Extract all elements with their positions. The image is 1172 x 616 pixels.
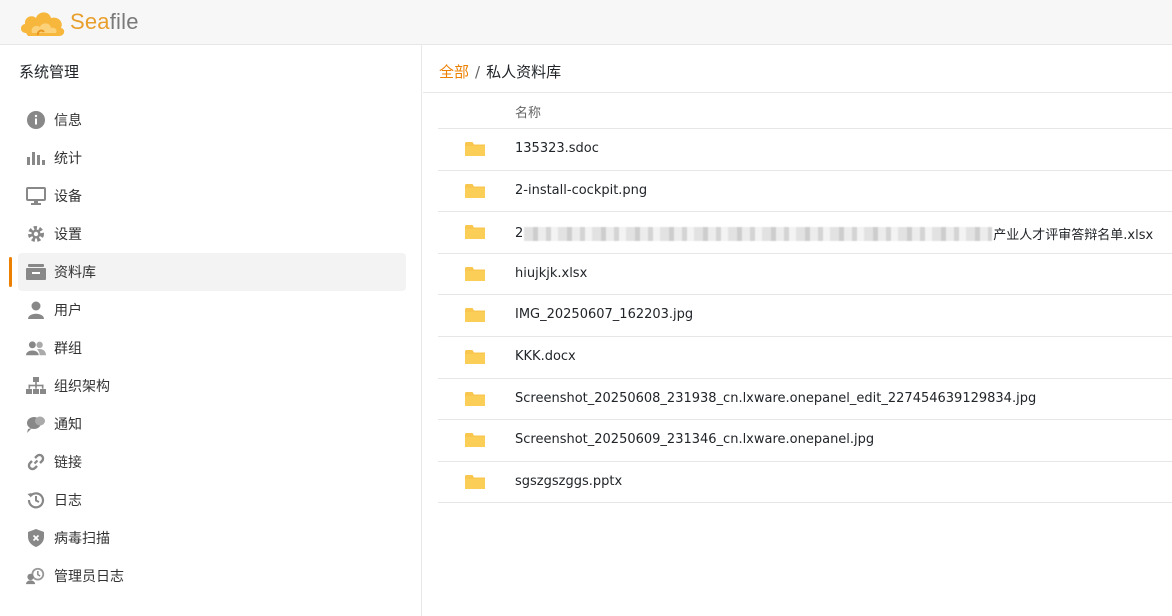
sidebar-item-libraries[interactable]: 资料库 xyxy=(9,253,406,291)
monitor-icon xyxy=(26,186,46,206)
folder-icon xyxy=(465,142,485,156)
sidebar-title: 系统管理 xyxy=(19,63,80,81)
sidebar-item-label: 日志 xyxy=(54,493,82,509)
folder-icon xyxy=(465,266,485,281)
sidebar-item-label: 群组 xyxy=(54,341,82,357)
table-row[interactable]: 2 产业人才评审答辩名单.xlsx xyxy=(438,212,1172,254)
bar-chart-icon xyxy=(26,148,46,168)
sidebar-item-virus-scan[interactable]: 病毒扫描 xyxy=(18,519,406,557)
column-header-name[interactable]: 名称 xyxy=(515,102,541,121)
breadcrumb-root-link[interactable]: 全部 xyxy=(439,63,469,81)
file-name-link[interactable]: IMG_20250607_162203.jpg xyxy=(515,307,693,322)
group-icon xyxy=(26,338,46,358)
folder-icon xyxy=(465,308,485,323)
folder-icon xyxy=(465,349,485,364)
sidebar-item-admin-logs[interactable]: 管理员日志 xyxy=(18,557,406,595)
table-row[interactable]: Screenshot_20250609_231346_cn.lxware.one… xyxy=(438,420,1172,462)
sidebar-item-settings[interactable]: 设置 xyxy=(18,215,406,253)
sidebar-item-statistics[interactable]: 统计 xyxy=(18,139,406,177)
sidebar-item-organization[interactable]: 组织架构 xyxy=(18,367,406,405)
sidebar-item-logs[interactable]: 日志 xyxy=(18,481,406,519)
sidebar-item-label: 管理员日志 xyxy=(54,569,124,585)
file-name-link[interactable]: 2 产业人才评审答辩名单.xlsx xyxy=(515,224,1153,243)
table-row[interactable]: hiujkjk.xlsx xyxy=(438,254,1172,296)
sidebar-item-devices[interactable]: 设备 xyxy=(18,177,406,215)
file-name-link[interactable]: 2-install-cockpit.png xyxy=(515,183,647,198)
sidebar-item-label: 信息 xyxy=(54,113,82,129)
table-row[interactable]: KKK.docx xyxy=(438,337,1172,379)
sidebar-nav: 信息 统计 设备 设置 资料库 用户 群组 组织架构 通知 链接 日志 病毒扫描… xyxy=(9,101,406,595)
breadcrumb: 全部 / 私人资料库 xyxy=(439,61,561,82)
notification-icon xyxy=(26,414,46,434)
folder-icon xyxy=(465,474,485,489)
admin-log-icon xyxy=(26,566,46,586)
sidebar-item-label: 统计 xyxy=(54,151,82,167)
library-icon xyxy=(26,262,46,282)
cloud-logo-icon xyxy=(20,12,65,37)
table-row[interactable]: 135323.sdoc xyxy=(438,129,1172,171)
gear-icon xyxy=(26,224,46,244)
sidebar-item-users[interactable]: 用户 xyxy=(18,291,406,329)
file-name-link[interactable]: 135323.sdoc xyxy=(515,141,599,156)
org-chart-icon xyxy=(26,376,46,396)
folder-icon xyxy=(465,391,485,406)
folder-icon xyxy=(465,225,485,240)
sidebar-item-label: 设备 xyxy=(54,189,82,205)
sidebar-item-groups[interactable]: 群组 xyxy=(18,329,406,367)
table-header: 名称 xyxy=(438,93,1172,129)
shield-icon xyxy=(26,528,46,548)
folder-icon xyxy=(465,183,485,198)
breadcrumb-current: 私人资料库 xyxy=(486,63,562,81)
history-icon xyxy=(26,490,46,510)
sidebar-item-label: 组织架构 xyxy=(54,379,110,395)
sidebar-item-label: 病毒扫描 xyxy=(54,531,110,547)
link-icon xyxy=(26,452,46,472)
sidebar-item-label: 通知 xyxy=(54,417,82,433)
info-icon xyxy=(26,110,46,130)
file-name-link[interactable]: Screenshot_20250609_231346_cn.lxware.one… xyxy=(515,432,874,447)
top-bar: Seafile xyxy=(0,0,1172,45)
sidebar-item-label: 资料库 xyxy=(54,265,96,281)
admin-sidebar: 系统管理 信息 统计 设备 设置 资料库 用户 群组 组织架构 通知 链接 日志… xyxy=(0,45,422,616)
file-name-suffix: 产业人才评审答辩名单.xlsx xyxy=(993,228,1154,244)
file-name-link[interactable]: sgszgszggs.pptx xyxy=(515,474,622,489)
file-name-link[interactable]: KKK.docx xyxy=(515,349,576,364)
user-icon xyxy=(26,300,46,320)
seafile-logo[interactable]: Seafile xyxy=(18,5,139,39)
sidebar-item-links[interactable]: 链接 xyxy=(18,443,406,481)
breadcrumb-separator: / xyxy=(475,63,481,81)
table-row[interactable]: IMG_20250607_162203.jpg xyxy=(438,295,1172,337)
sidebar-item-label: 链接 xyxy=(54,455,82,471)
table-row[interactable]: 2-install-cockpit.png xyxy=(438,171,1172,213)
file-name-link[interactable]: Screenshot_20250608_231938_cn.lxware.one… xyxy=(515,391,1036,406)
redacted-text xyxy=(524,226,993,241)
sidebar-item-info[interactable]: 信息 xyxy=(18,101,406,139)
breadcrumb-bar: 全部 / 私人资料库 xyxy=(423,45,1172,93)
file-table: 名称 135323.sdoc 2-install-cockpit.png 2 产业… xyxy=(438,93,1172,504)
file-name-prefix: 2 xyxy=(515,226,524,242)
sidebar-item-notifications[interactable]: 通知 xyxy=(18,405,406,443)
sidebar-item-label: 用户 xyxy=(54,303,82,319)
table-row[interactable]: Screenshot_20250608_231938_cn.lxware.one… xyxy=(438,379,1172,421)
table-row[interactable]: sgszgszggs.pptx xyxy=(438,462,1172,504)
main-panel: 全部 / 私人资料库 名称 135323.sdoc 2-install-cockpi… xyxy=(423,45,1172,616)
sidebar-item-label: 设置 xyxy=(54,227,82,243)
folder-icon xyxy=(465,433,485,448)
app-name: Seafile xyxy=(70,9,139,34)
file-name-link[interactable]: hiujkjk.xlsx xyxy=(515,266,587,281)
